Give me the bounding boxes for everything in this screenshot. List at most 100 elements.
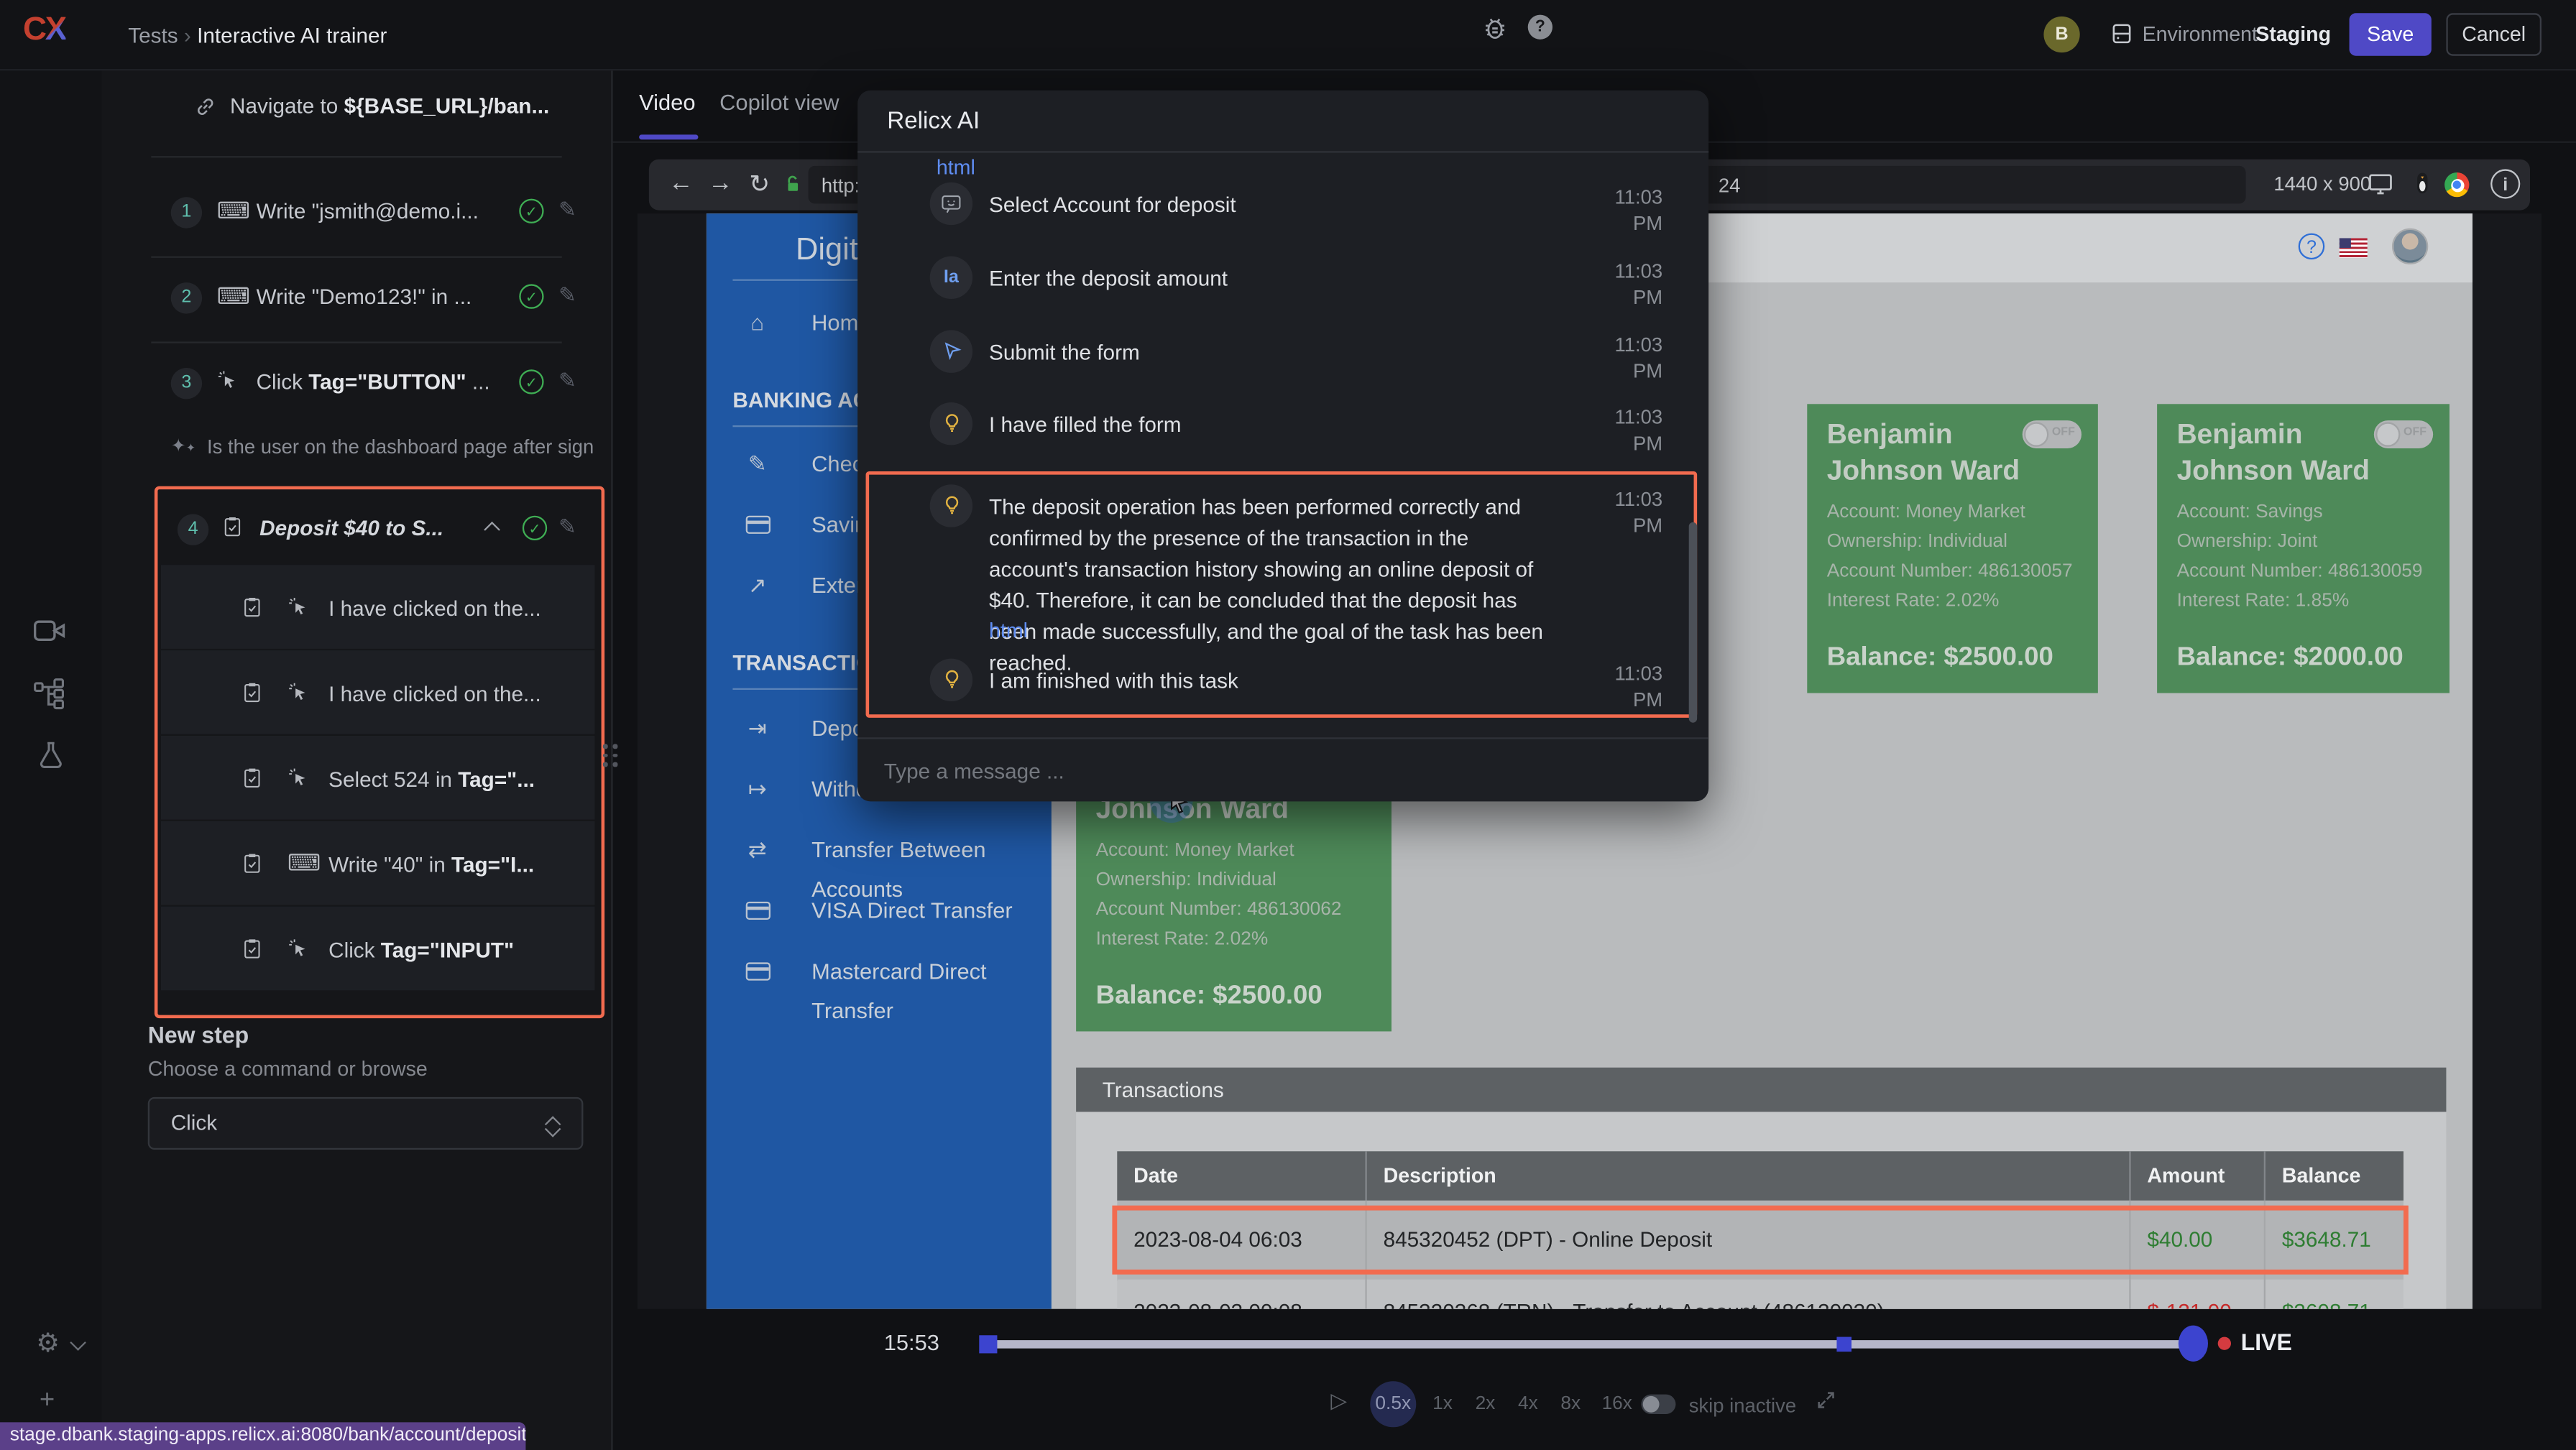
card-account-type: Account: Money Market (1827, 502, 2025, 522)
step-row-4[interactable]: 4 Deposit $40 to S... ✓ ✎ (157, 509, 594, 552)
column-header-amount[interactable]: Amount (2131, 1151, 2266, 1201)
back-icon[interactable]: ← (668, 169, 693, 197)
us-flag-icon[interactable] (2340, 238, 2368, 257)
assertion-note: Is the user on the dashboard page after … (207, 435, 593, 458)
substep-row[interactable]: I have clicked on the... (161, 650, 594, 734)
lightbulb-icon (930, 659, 972, 701)
step-row-1[interactable]: 1 ⌨ Write "jsmith@demo.i... ✓ ✎ (102, 192, 612, 234)
flask-icon[interactable] (34, 739, 68, 780)
pointer-click-icon (288, 938, 309, 967)
chat-scrollbar[interactable] (1689, 522, 1697, 723)
column-header-description[interactable]: Description (1367, 1151, 2131, 1201)
question-icon[interactable]: ? (2299, 234, 2325, 260)
substep-row[interactable]: Select 524 in Tag="... (161, 736, 594, 820)
skip-inactive-toggle[interactable] (1641, 1395, 1675, 1414)
substep-row[interactable]: I have clicked on the... (161, 565, 594, 649)
edit-step-icon[interactable]: ✎ (558, 282, 576, 309)
logo-letter-x: X (45, 11, 65, 47)
refresh-icon[interactable]: ↻ (749, 169, 770, 198)
bank-nav-transfer[interactable]: ⇄Transfer Between Accounts (732, 831, 1025, 871)
transaction-row[interactable]: 2023-08-03 00:08 845320368 (TRN) - Trans… (1117, 1280, 2404, 1309)
gear-icon[interactable]: ⚙ (36, 1327, 60, 1360)
bank-nav-visa-transfer[interactable]: VISA Direct Transfer (732, 892, 1025, 931)
html-artifact-link[interactable]: html (989, 619, 1028, 642)
speed-2x-button[interactable]: 2x (1476, 1395, 1496, 1414)
status-url-tooltip: stage.dbank.staging-apps.relicx.ai:8080/… (0, 1422, 525, 1450)
bug-icon[interactable] (1482, 15, 1509, 50)
edit-step-icon[interactable]: ✎ (558, 514, 576, 540)
panel-resize-handle[interactable] (603, 744, 618, 766)
speed-1x-button[interactable]: 1x (1432, 1395, 1453, 1414)
divider (151, 257, 561, 258)
step-navigate[interactable]: Navigate to ${BASE_URL}/ban... (230, 93, 579, 118)
tab-video[interactable]: Video (639, 91, 695, 115)
banknote-icon (740, 506, 776, 545)
step-row-2[interactable]: 2 ⌨ Write "Demo123!" in ... ✓ ✎ (102, 277, 612, 320)
play-icon[interactable]: ▷ (1330, 1387, 1347, 1414)
card-balance: Balance: $2500.00 (1096, 982, 1322, 1012)
breadcrumb-separator: › (184, 23, 191, 47)
clipboard-check-icon (242, 596, 263, 626)
add-button[interactable]: + (40, 1386, 55, 1416)
account-card[interactable]: Benjamin Johnson Ward OFF Account: Money… (1807, 404, 2098, 693)
credit-card-icon (740, 892, 776, 931)
info-icon[interactable]: i (2490, 169, 2520, 198)
card-toggle[interactable]: OFF (2023, 420, 2082, 448)
step-success-icon: ✓ (523, 516, 547, 540)
tab-copilot-view[interactable]: Copilot view (719, 91, 839, 115)
substep-label: I have clicked on the... (328, 596, 585, 621)
cancel-button[interactable]: Cancel (2446, 13, 2542, 55)
speed-8x-button[interactable]: 8x (1560, 1395, 1581, 1414)
bank-user-avatar[interactable] (2392, 228, 2428, 264)
speed-4x-button[interactable]: 4x (1518, 1395, 1538, 1414)
live-label[interactable]: LIVE (2241, 1329, 2292, 1355)
step-success-icon: ✓ (519, 284, 543, 308)
relicx-logo[interactable]: CX (23, 11, 65, 50)
chat-message-input[interactable] (880, 749, 1659, 791)
card-toggle[interactable]: OFF (2374, 420, 2433, 448)
new-step-subtitle: Choose a command or browse (148, 1058, 428, 1081)
chevron-down-icon[interactable] (70, 1334, 86, 1351)
bank-nav-mastercard-transfer[interactable]: Mastercard Direct Transfer (732, 953, 1025, 992)
column-header-balance[interactable]: Balance (2266, 1151, 2404, 1201)
substep-row[interactable]: ⌨ Write "40" in Tag="I... (161, 821, 594, 905)
flow-tree-icon[interactable] (31, 675, 67, 719)
skip-inactive-label[interactable]: skip inactive (1689, 1395, 1796, 1418)
message-time: 11:03PM (1568, 332, 1663, 384)
environment-value[interactable]: Staging (2255, 23, 2331, 46)
user-avatar[interactable]: B (2043, 17, 2079, 52)
keyboard-icon: ⌨ (217, 197, 250, 225)
edit-icon: ✎ (740, 445, 776, 484)
step-label: Write "jsmith@demo.i... (257, 199, 513, 223)
timeline-marker[interactable] (1836, 1337, 1852, 1352)
message-time: 11:03PM (1568, 258, 1663, 310)
message-text: The deposit operation has been performed… (989, 491, 1558, 678)
help-icon[interactable]: ? (1528, 15, 1552, 40)
html-artifact-link[interactable]: html (937, 156, 975, 179)
monitor-icon (2368, 171, 2394, 206)
column-header-date[interactable]: Date (1117, 1151, 1366, 1201)
timeline-marker-start[interactable] (979, 1335, 997, 1353)
video-camera-icon[interactable] (31, 613, 67, 657)
card-balance: Balance: $2000.00 (2177, 644, 2404, 673)
clipboard-check-icon (242, 682, 263, 711)
timeline-track[interactable] (983, 1340, 2205, 1348)
card-account-number: Account Number: 486130057 (1827, 562, 2073, 581)
speed-16x-button[interactable]: 16x (1602, 1395, 1632, 1414)
collapse-chevron-icon[interactable] (484, 522, 500, 538)
speed-0.5x-button[interactable]: 0.5x (1370, 1381, 1416, 1427)
breadcrumb-tests[interactable]: Tests (128, 23, 178, 47)
substep-row[interactable]: Click Tag="INPUT" (161, 907, 594, 991)
step-row-3[interactable]: 3 Click Tag="BUTTON" ... ✓ ✎ (102, 363, 612, 405)
clipboard-check-icon (222, 516, 244, 545)
timeline-playhead[interactable] (2179, 1326, 2208, 1362)
card-holder-name: Benjamin Johnson Ward (2177, 417, 2391, 490)
forward-icon[interactable]: → (708, 169, 732, 197)
account-card[interactable]: Benjamin Johnson Ward OFF Account: Savin… (2157, 404, 2450, 693)
edit-step-icon[interactable]: ✎ (558, 368, 576, 394)
keyboard-icon: ⌨ (217, 282, 250, 310)
fullscreen-icon[interactable] (1816, 1390, 1837, 1419)
command-select[interactable]: Click (148, 1097, 584, 1150)
edit-step-icon[interactable]: ✎ (558, 197, 576, 223)
save-button[interactable]: Save (2350, 13, 2432, 55)
